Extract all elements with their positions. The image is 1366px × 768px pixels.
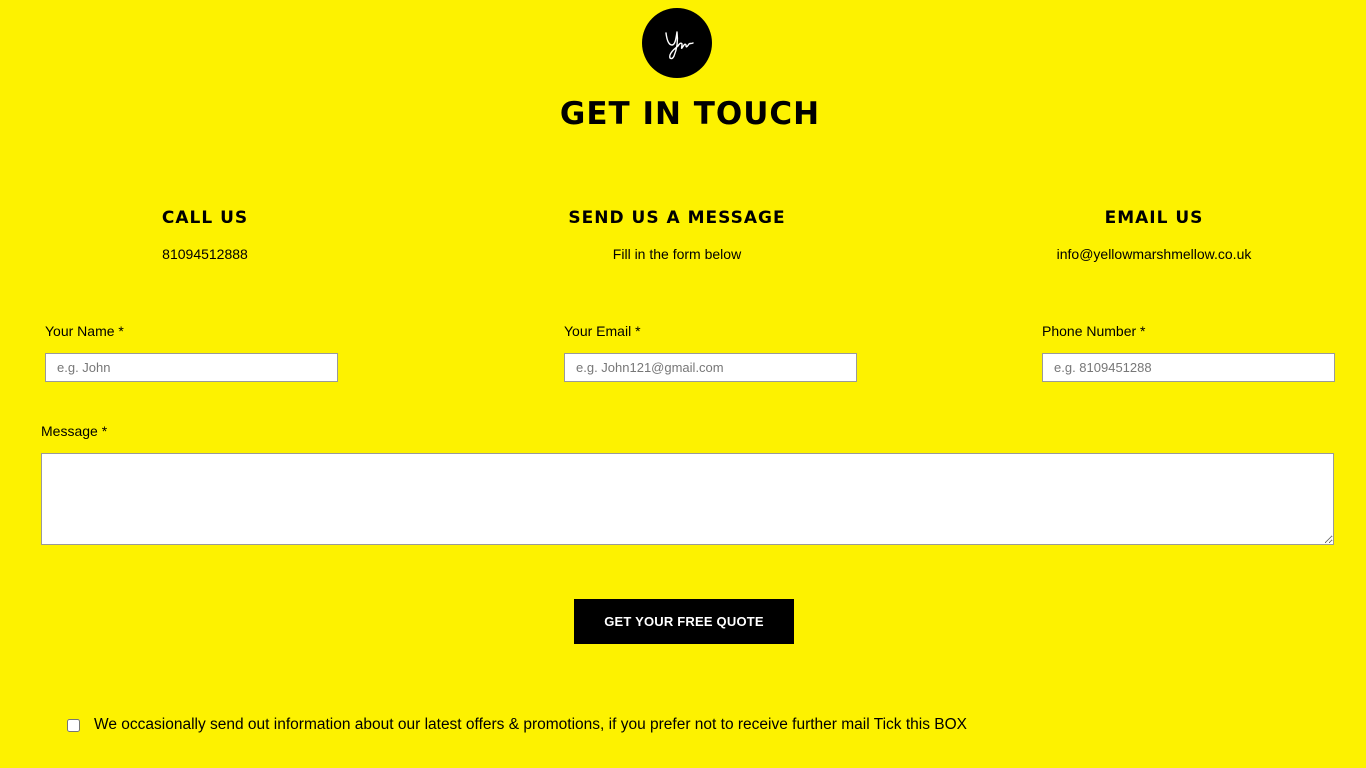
name-input[interactable] <box>45 353 338 382</box>
page-title: GET IN TOUCH <box>559 96 821 132</box>
signature-logo-icon[interactable] <box>642 8 712 78</box>
get-free-quote-button[interactable]: GET YOUR FREE QUOTE <box>574 599 794 644</box>
phone-label: Phone Number * <box>1042 323 1146 339</box>
phone-input[interactable] <box>1042 353 1335 382</box>
email-address-text[interactable]: info@yellowmarshmellow.co.uk <box>1024 246 1284 262</box>
email-input[interactable] <box>564 353 857 382</box>
call-us-heading: CALL US <box>161 208 249 228</box>
optout-checkbox[interactable] <box>67 718 80 732</box>
call-us-block: CALL US 81094512888 <box>105 208 305 262</box>
send-message-block: SEND US A MESSAGE Fill in the form below <box>537 208 817 262</box>
name-label: Your Name * <box>45 323 124 339</box>
email-us-heading: EMAIL US <box>1104 208 1204 228</box>
phone-number-text: 81094512888 <box>162 246 248 262</box>
message-label: Message * <box>41 423 108 439</box>
send-message-heading: SEND US A MESSAGE <box>568 208 786 228</box>
send-message-text: Fill in the form below <box>612 246 742 262</box>
email-us-block: EMAIL US info@yellowmarshmellow.co.uk <box>1024 208 1284 262</box>
contact-page: GET IN TOUCH CALL US 81094512888 SEND US… <box>0 0 1366 768</box>
optout-row: We occasionally send out information abo… <box>67 716 967 734</box>
optout-text: We occasionally send out information abo… <box>94 716 968 733</box>
message-textarea[interactable] <box>41 453 1334 545</box>
email-label: Your Email * <box>564 323 641 339</box>
